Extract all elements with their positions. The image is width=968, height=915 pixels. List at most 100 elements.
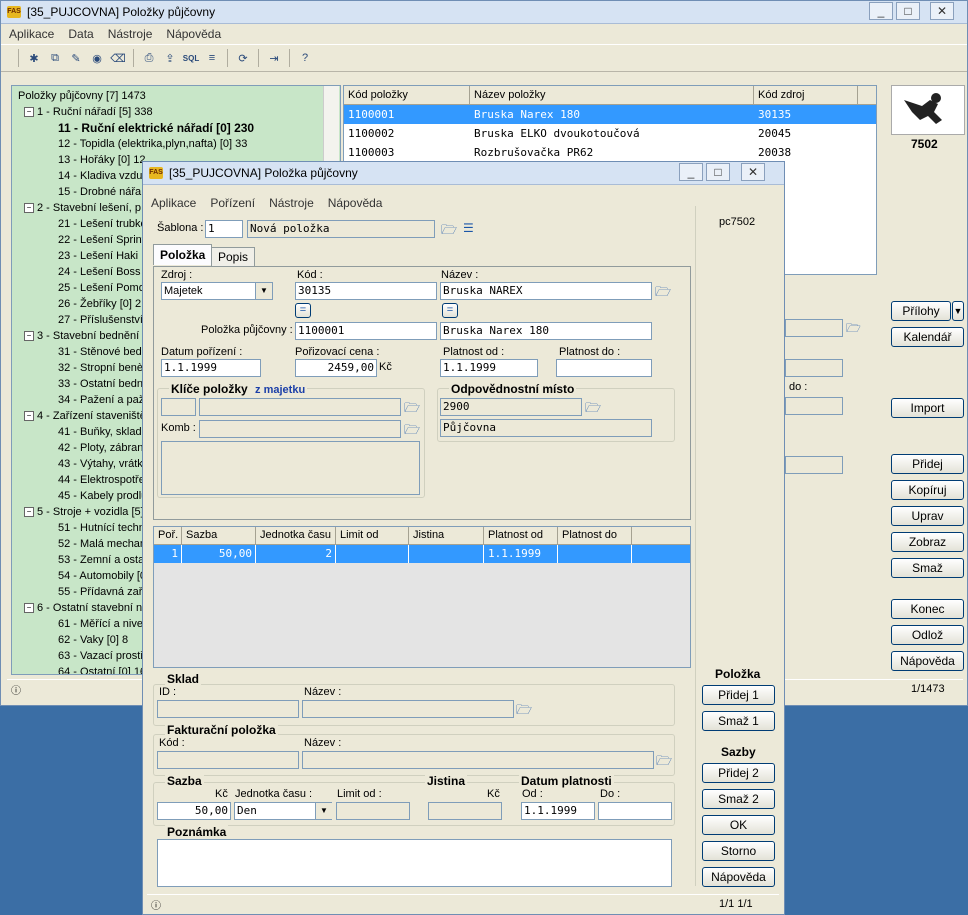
odpov-code-input[interactable]: 2900 — [440, 398, 582, 416]
table-row[interactable]: 1100003 Rozbrušovačka PR62 20038 — [344, 143, 876, 162]
datum-od-input[interactable]: 1.1.1999 — [521, 802, 595, 820]
tree-item[interactable]: 11 - Ruční elektrické nářadí [0] 230 — [18, 120, 340, 136]
list-icon[interactable]: ≡ — [203, 49, 221, 67]
chevron-down-icon[interactable]: ▼ — [315, 803, 332, 819]
nazev-input[interactable]: Bruska NAREX — [440, 282, 652, 300]
table-row[interactable]: 1100002 Bruska ELKO dvoukotoučová 20045 — [344, 124, 876, 143]
open-folder-icon[interactable]: 🗁 — [404, 421, 420, 437]
new-icon[interactable]: ✱ — [25, 49, 43, 67]
tree-collapse-icon[interactable]: − — [24, 203, 34, 214]
kalendar-button[interactable]: Kalendář — [891, 327, 964, 347]
dialog-menu-porizeni[interactable]: Pořízení — [210, 196, 255, 210]
dialog-close-button[interactable]: ✕ — [741, 163, 765, 181]
template-list-icon[interactable]: ☰ — [463, 221, 479, 235]
fakt-kod-input[interactable] — [157, 751, 299, 769]
limit-input[interactable] — [336, 802, 410, 820]
open-folder-icon[interactable]: 🗁 — [441, 221, 457, 237]
tree-item[interactable]: 12 - Topidla (elektrika,plyn,nafta) [0] … — [18, 136, 340, 152]
kopiruj-button[interactable]: Kopíruj — [891, 480, 964, 500]
col-nazev[interactable]: Název položky — [470, 86, 754, 104]
zobraz-button[interactable]: Zobraz — [891, 532, 964, 552]
dialog-menu-napoveda[interactable]: Nápověda — [328, 196, 383, 210]
menu-napoveda[interactable]: Nápověda — [166, 27, 221, 41]
polozka-input[interactable]: 1100001 — [295, 322, 437, 340]
view-icon[interactable]: ◉ — [88, 49, 106, 67]
prilohy-button[interactable]: Přílohy — [891, 301, 951, 321]
pridej1-button[interactable]: Přidej 1 — [702, 685, 775, 705]
tree-item[interactable]: −1 - Ruční nářadí [5] 338 — [18, 104, 340, 120]
open-folder-icon[interactable]: 🗁 — [656, 752, 672, 768]
polozka-nazev-input[interactable]: Bruska Narex 180 — [440, 322, 652, 340]
tree-collapse-icon[interactable]: − — [24, 107, 34, 118]
fakt-nazev-input[interactable] — [302, 751, 654, 769]
uprav-button[interactable]: Uprav — [891, 506, 964, 526]
dialog-menu-aplikace[interactable]: Aplikace — [151, 196, 196, 210]
open-folder-icon[interactable]: 🗁 — [404, 399, 420, 415]
tree-collapse-icon[interactable]: − — [24, 603, 34, 614]
help-icon[interactable]: ? — [296, 49, 314, 67]
platnost-do-input[interactable] — [556, 359, 652, 377]
smaz-button[interactable]: Smaž — [891, 558, 964, 578]
sql-icon[interactable]: SQL — [182, 49, 200, 67]
table-row[interactable]: 1100001 Bruska Narex 180 30135 — [344, 105, 876, 124]
klice-memo[interactable] — [161, 441, 420, 495]
komb-input[interactable] — [199, 420, 401, 438]
dialog-maximize-button[interactable]: □ — [706, 163, 730, 181]
col-kod[interactable]: Kód položky — [344, 86, 470, 104]
sklad-nazev-input[interactable] — [302, 700, 514, 718]
ok-button[interactable]: OK — [702, 815, 775, 835]
nazev-equal-button[interactable]: = — [442, 303, 458, 318]
klic-input-2[interactable] — [199, 398, 401, 416]
pridej-button[interactable]: Přidej — [891, 454, 964, 474]
copy-icon[interactable]: ⧉ — [46, 49, 64, 67]
klic-input-1[interactable] — [161, 398, 196, 416]
datum-input[interactable]: 1.1.1999 — [161, 359, 261, 377]
storno-button[interactable]: Storno — [702, 841, 775, 861]
smaz1-button[interactable]: Smaž 1 — [702, 711, 775, 731]
menu-aplikace[interactable]: Aplikace — [9, 27, 54, 41]
close-button[interactable]: ✕ — [930, 2, 954, 20]
odloz-button[interactable]: Odlož — [891, 625, 964, 645]
sablona-input[interactable]: 1 — [205, 220, 243, 238]
open-folder-icon[interactable]: 🗁 — [516, 701, 532, 717]
tab-polozka[interactable]: Položka — [153, 244, 213, 265]
open-folder-icon[interactable]: 🗁 — [846, 319, 862, 335]
napoveda-button[interactable]: Nápověda — [891, 651, 964, 671]
jistina-input[interactable] — [428, 802, 502, 820]
cena-input[interactable]: 2459,00 — [295, 359, 377, 377]
prilohy-dropdown-button[interactable]: ▼ — [952, 301, 964, 321]
dialog-napoveda-button[interactable]: Nápověda — [702, 867, 775, 887]
menu-nastroje[interactable]: Nástroje — [108, 27, 153, 41]
import-button[interactable]: Import — [891, 398, 964, 418]
tree-collapse-icon[interactable]: − — [24, 331, 34, 342]
platnost-od-input[interactable]: 1.1.1999 — [440, 359, 538, 377]
open-folder-icon[interactable]: 🗁 — [585, 399, 601, 415]
sklad-id-input[interactable] — [157, 700, 299, 718]
export-icon[interactable]: ⇪ — [161, 49, 179, 67]
kod-equal-button[interactable]: = — [295, 303, 311, 318]
exit-icon[interactable]: ⇥ — [265, 49, 283, 67]
tree-collapse-icon[interactable]: − — [24, 507, 34, 518]
refresh-icon[interactable]: ⟳ — [234, 49, 252, 67]
dialog-menu-nastroje[interactable]: Nástroje — [269, 196, 314, 210]
tab-popis[interactable]: Popis — [211, 247, 256, 266]
sazba-input[interactable]: 50,00 — [157, 802, 231, 820]
dialog-minimize-button[interactable]: _ — [679, 163, 703, 181]
eraser-icon[interactable]: ⌫ — [109, 49, 127, 67]
edit-icon[interactable]: ✎ — [67, 49, 85, 67]
menu-data[interactable]: Data — [68, 27, 93, 41]
kod-input[interactable]: 30135 — [295, 282, 437, 300]
smaz2-button[interactable]: Smaž 2 — [702, 789, 775, 809]
datum-do-input[interactable] — [598, 802, 672, 820]
tree-collapse-icon[interactable]: − — [24, 411, 34, 422]
chevron-down-icon[interactable]: ▼ — [255, 283, 272, 299]
tree-item[interactable]: Položky půjčovny [7] 1473 — [18, 88, 340, 104]
pridej2-button[interactable]: Přidej 2 — [702, 763, 775, 783]
open-folder-icon[interactable]: 🗁 — [655, 283, 671, 299]
poznamka-input[interactable] — [157, 839, 672, 887]
rate-row[interactable]: 1 50,00 2 1.1.1999 — [154, 545, 690, 563]
col-kod-zdroj[interactable]: Kód zdroj — [754, 86, 858, 104]
konec-button[interactable]: Konec — [891, 599, 964, 619]
rates-grid[interactable]: Poř. Sazba Jednotka času Limit od Jistin… — [153, 526, 691, 668]
minimize-button[interactable]: _ — [869, 2, 893, 20]
